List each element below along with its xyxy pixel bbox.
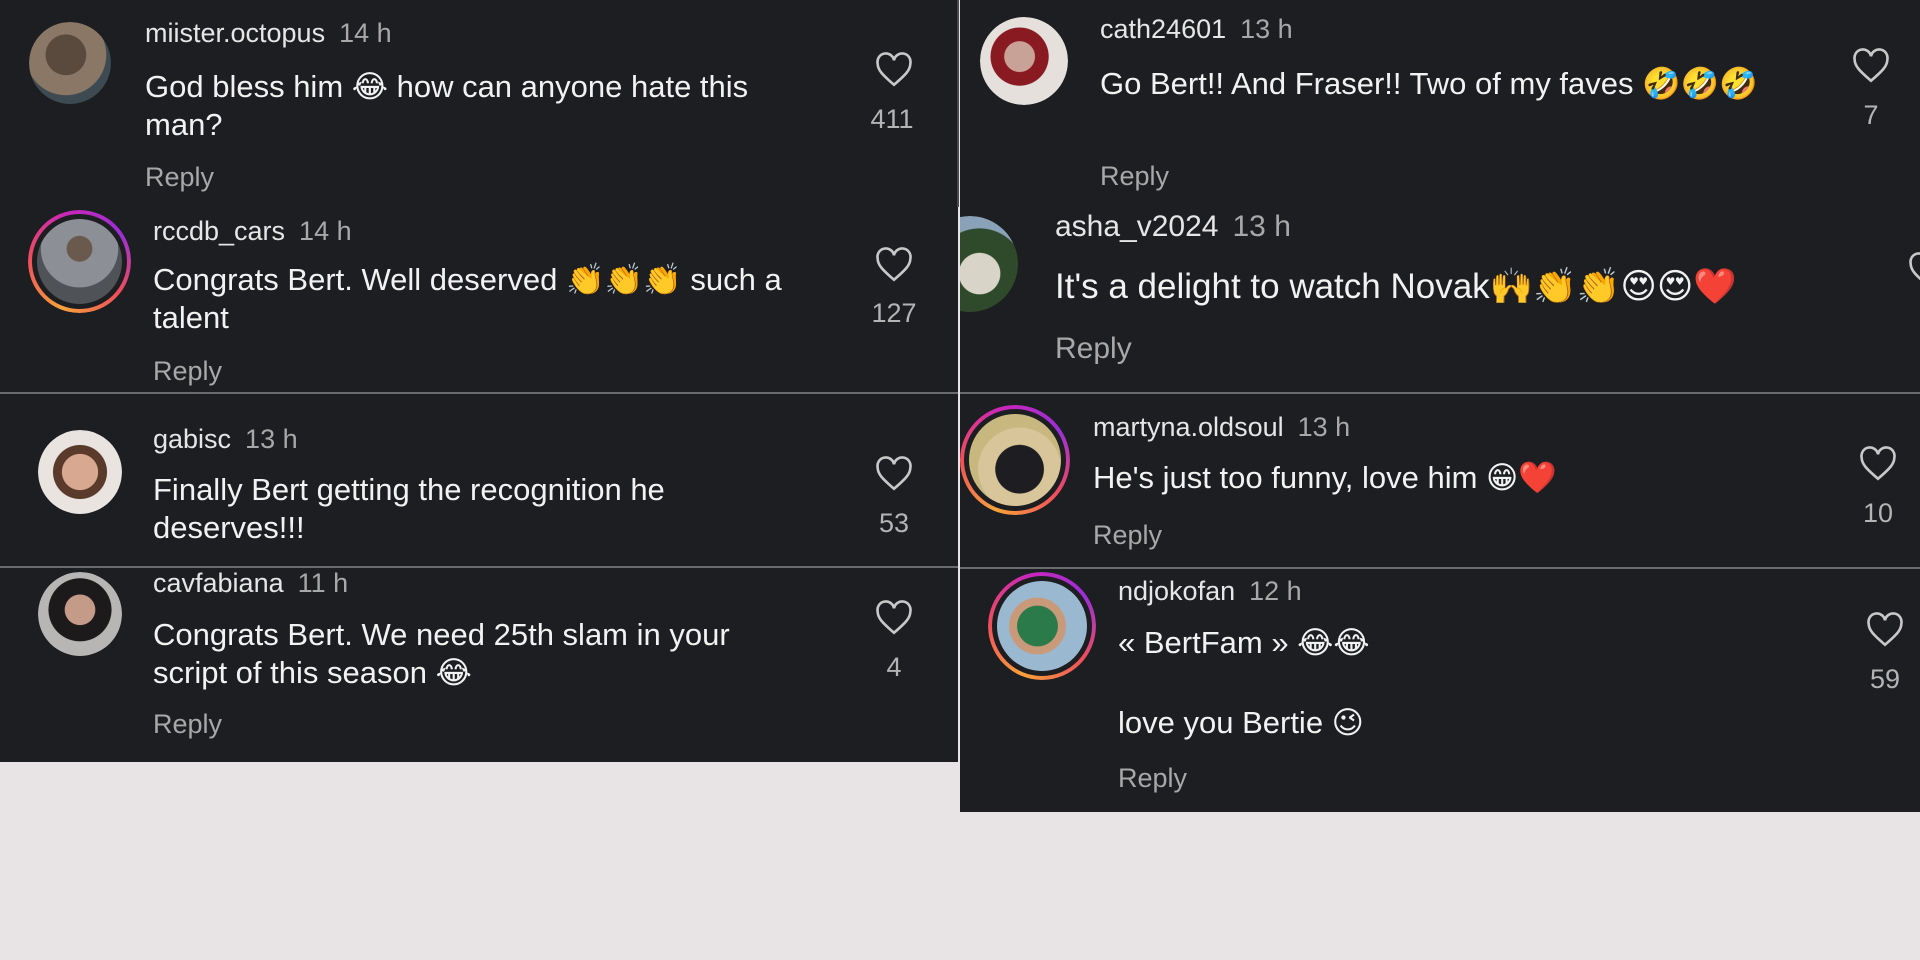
avatar[interactable]	[988, 572, 1096, 680]
comment-timestamp: 13 h	[1240, 14, 1293, 44]
reply-button[interactable]: Reply	[153, 709, 222, 740]
like-count: 53	[878, 508, 910, 538]
comment-item: rccdb_cars 14 h Congrats Bert. Well deser…	[0, 200, 958, 393]
left-comments-panel: miister.octopus 14 h God bless him 😂 how …	[0, 0, 958, 762]
comment-username[interactable]: rccdb_cars 14 h	[153, 216, 352, 247]
comment-item: cath24601 13 h Go Bert!! And Fraser!! Two…	[960, 0, 1920, 210]
reply-button[interactable]: Reply	[153, 356, 222, 387]
reply-button[interactable]: Reply	[1100, 161, 1169, 192]
comment-username[interactable]: martyna.oldsoul 13 h	[1093, 412, 1350, 443]
heart-icon[interactable]	[874, 600, 914, 636]
heart-icon[interactable]	[1851, 48, 1891, 84]
heart-icon[interactable]	[874, 52, 914, 88]
like-count: 127	[871, 298, 917, 328]
comment-text: Congrats Bert. Well deserved 👏👏👏 such a …	[153, 262, 782, 335]
heart-icon[interactable]	[1858, 446, 1898, 482]
comment-text: He's just too funny, love him 😁❤️	[1093, 460, 1557, 495]
avatar[interactable]	[28, 210, 131, 313]
reply-button[interactable]: Reply	[145, 162, 214, 193]
comment-username[interactable]: cath24601 13 h	[1100, 14, 1293, 45]
comment-text: Congrats Bert. We need 25th slam in your…	[153, 617, 730, 690]
comment-text: God bless him 😂 how can anyone hate this…	[145, 69, 749, 142]
like-count: 411	[870, 104, 914, 134]
like-count: 10	[1862, 498, 1894, 528]
comment-item: miister.octopus 14 h God bless him 😂 how …	[0, 0, 958, 200]
like-count: 4	[886, 652, 902, 682]
heart-icon[interactable]	[1865, 612, 1905, 648]
avatar[interactable]	[960, 216, 1018, 312]
heart-icon[interactable]	[1907, 252, 1920, 288]
comment-username[interactable]: gabisc 13 h	[153, 424, 298, 455]
comment-timestamp: 14 h	[299, 216, 352, 246]
reply-button[interactable]: Reply	[1118, 763, 1187, 794]
comment-timestamp: 12 h	[1249, 576, 1302, 606]
like-count: 7	[1863, 100, 1879, 130]
comment-timestamp: 13 h	[1232, 210, 1291, 243]
avatar[interactable]	[29, 22, 111, 104]
heart-icon[interactable]	[874, 456, 914, 492]
comment-timestamp: 13 h	[245, 424, 298, 454]
comment-item: ndjokofan 12 h « BertFam » 😂😂 love you Be…	[960, 569, 1920, 812]
comment-item: gabisc 13 h Finally Bert getting the reco…	[0, 394, 958, 566]
avatar[interactable]	[38, 430, 122, 514]
comment-item: martyna.oldsoul 13 h He's just too funny,…	[960, 394, 1920, 567]
reply-button[interactable]: Reply	[1055, 332, 1132, 366]
column-divider	[957, 0, 959, 207]
comment-username[interactable]: miister.octopus 14 h	[145, 18, 392, 49]
comment-timestamp: 14 h	[339, 18, 392, 48]
like-count: 4	[1897, 306, 1920, 337]
right-comments-panel: cath24601 13 h Go Bert!! And Fraser!! Two…	[960, 0, 1920, 812]
heart-icon[interactable]	[874, 247, 914, 283]
comment-text: Finally Bert getting the recognition he …	[153, 472, 665, 545]
avatar[interactable]	[980, 17, 1068, 105]
comment-text: « BertFam » 😂😂	[1118, 625, 1370, 660]
avatar[interactable]	[960, 405, 1070, 515]
comment-timestamp: 13 h	[1297, 412, 1351, 442]
comment-item: cavfabiana 11 h Congrats Bert. We need 25…	[0, 568, 958, 762]
comment-username[interactable]: asha_v2024 13 h	[1055, 210, 1291, 244]
comment-item: asha_v2024 13 h It's a delight to watch N…	[960, 210, 1920, 392]
comment-text-second-line: love you Bertie 😉	[1118, 705, 1364, 740]
avatar[interactable]	[38, 572, 122, 656]
comment-text: Go Bert!! And Fraser!! Two of my faves 🤣…	[1100, 66, 1758, 101]
comment-text: It's a delight to watch Novak🙌👏👏😍😍❤️	[1055, 267, 1737, 306]
like-count: 59	[1869, 664, 1901, 694]
comment-username[interactable]: cavfabiana 11 h	[153, 568, 348, 599]
comment-timestamp: 11 h	[297, 568, 349, 598]
comment-username[interactable]: ndjokofan 12 h	[1118, 576, 1302, 607]
reply-button[interactable]: Reply	[1093, 520, 1162, 551]
